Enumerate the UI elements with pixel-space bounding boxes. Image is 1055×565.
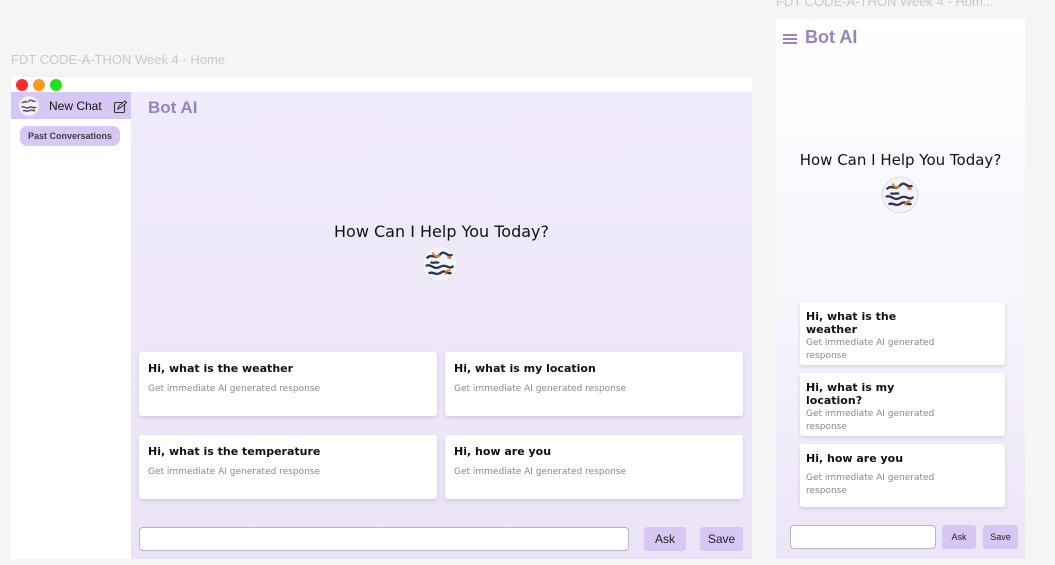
- minimize-dot-icon[interactable]: [33, 79, 45, 91]
- suggestion-title: Hi, what is my location: [454, 362, 596, 375]
- suggestion-title: Hi, what is the temperature: [148, 445, 321, 458]
- mobile-brand-title: Bot AI: [805, 27, 858, 47]
- hero-title: How Can I Help You Today?: [334, 222, 549, 241]
- suggestion-card[interactable]: Hi, how are you Get immediate AI generat…: [445, 435, 743, 499]
- save-button[interactable]: Save: [700, 527, 743, 551]
- bot-logo-icon: [19, 95, 39, 116]
- message-input[interactable]: [139, 527, 629, 551]
- desktop-window: New Chat Past Conversations Bot AI How C…: [11, 77, 752, 559]
- suggestion-title: Hi, how are you: [454, 445, 552, 458]
- suggestion-subtitle: Get immediate AI generated response: [806, 338, 935, 361]
- desktop-frame-title: FDT CODE-A-THON Week 4 - Home: [11, 52, 226, 67]
- suggestion-card[interactable]: Hi, what is my location Get immediate AI…: [445, 352, 743, 416]
- chat-main: Bot AI How Can I Help You Today? Hi, wha…: [131, 92, 752, 559]
- mobile-frame-title: FDT CODE-A-THON Week 4 - Hom...: [776, 0, 994, 9]
- suggestion-title: Hi, what is the weather: [148, 362, 294, 375]
- suggestion-title: Hi, what is my location?: [806, 381, 895, 407]
- new-chat-button[interactable]: New Chat: [11, 92, 131, 119]
- brand-title: Bot AI: [148, 98, 198, 117]
- ask-button[interactable]: Ask: [644, 527, 686, 551]
- suggestion-card[interactable]: Hi, what is my location? Get immediate A…: [800, 373, 1005, 436]
- suggestion-title: Hi, how are you: [806, 452, 904, 465]
- suggestion-card[interactable]: Hi, what is the weather Get immediate AI…: [800, 302, 1005, 365]
- hamburger-menu-icon[interactable]: [783, 31, 797, 45]
- bot-logo-icon: [421, 245, 459, 283]
- suggestion-title: Hi, what is the weather: [806, 310, 897, 336]
- suggestion-subtitle: Get immediate AI generated response: [806, 473, 935, 496]
- mobile-frame: Bot AI How Can I Help You Today? Hi, wha…: [776, 19, 1025, 559]
- suggestion-subtitle: Get immediate AI generated response: [454, 467, 627, 477]
- window-controls: [16, 79, 62, 91]
- mobile-save-button[interactable]: Save: [983, 525, 1018, 549]
- edit-icon[interactable]: [113, 99, 128, 113]
- suggestion-subtitle: Get immediate AI generated response: [806, 409, 935, 432]
- suggestion-card[interactable]: Hi, how are you Get immediate AI generat…: [800, 444, 1005, 507]
- suggestion-card[interactable]: Hi, what is the weather Get immediate AI…: [139, 352, 437, 416]
- past-conversations-button[interactable]: Past Conversations: [20, 126, 121, 146]
- bot-logo-icon: [881, 176, 919, 214]
- suggestion-card[interactable]: Hi, what is the temperature Get immediat…: [139, 435, 437, 499]
- suggestion-subtitle: Get immediate AI generated response: [454, 384, 627, 394]
- suggestion-subtitle: Get immediate AI generated response: [148, 384, 321, 394]
- sidebar: New Chat Past Conversations: [11, 92, 131, 559]
- close-dot-icon[interactable]: [16, 79, 28, 91]
- mobile-hero-title: How Can I Help You Today?: [799, 151, 1002, 169]
- new-chat-label: New Chat: [49, 98, 102, 113]
- mobile-ask-button[interactable]: Ask: [942, 525, 976, 549]
- message-composer: Ask Save: [139, 527, 743, 551]
- maximize-dot-icon[interactable]: [50, 79, 62, 91]
- mobile-message-input[interactable]: [790, 525, 936, 549]
- suggestion-subtitle: Get immediate AI generated response: [148, 467, 321, 477]
